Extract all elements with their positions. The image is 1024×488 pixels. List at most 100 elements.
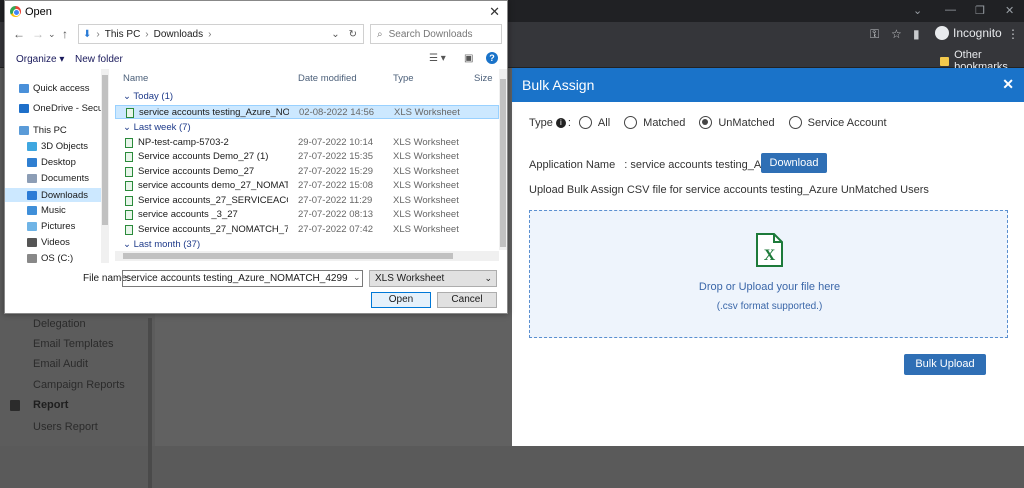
help-icon[interactable]: ? [486, 52, 498, 64]
tree-item-onedrive[interactable]: OneDrive - SecurE [19, 103, 109, 114]
radio-unmatched-label[interactable]: UnMatched [718, 117, 774, 129]
tree-item-pictures[interactable]: Pictures [27, 221, 75, 232]
column-size[interactable]: Size [474, 73, 492, 84]
file-group-header[interactable]: ⌄ Last week (7) [123, 122, 191, 133]
address-dropdown-icon[interactable]: ⌄ [331, 29, 339, 40]
nav-item-email-audit[interactable]: Email Audit [33, 358, 88, 370]
file-row[interactable]: NP-test-camp-5703-2 29-07-2022 10:14 XLS W… [115, 136, 499, 150]
recent-dropdown-icon[interactable]: ⌄ [48, 29, 56, 40]
file-name-dropdown-icon[interactable]: ⌄ [353, 272, 361, 283]
tree-item-3d-objects[interactable]: 3D Objects [27, 141, 88, 152]
file-group-header[interactable]: ⌄ Today (1) [123, 91, 173, 102]
type-filter-row: Type i: All Matched UnMatched Service Ac… [529, 116, 887, 129]
refresh-icon[interactable]: ↻ [349, 29, 357, 40]
new-folder-button[interactable]: New folder [75, 54, 123, 65]
file-row[interactable]: Service accounts_27_SERVICEACCOUNT_... 27… [115, 194, 499, 208]
panel-title: Bulk Assign [522, 77, 595, 93]
file-row[interactable]: service accounts testing_Azure_NOMATC...… [115, 105, 499, 119]
open-file-dialog: Open ✕ ← → ⌄ ↑ ⬇ › This PC › Downloads ›… [4, 0, 508, 314]
xls-file-icon [125, 181, 133, 191]
search-input[interactable]: ⌕ Search Downloads [370, 24, 502, 44]
organize-button[interactable]: Organize ▾ [16, 54, 64, 65]
list-vertical-scrollbar[interactable] [499, 69, 507, 250]
tree-item-quick-access[interactable]: Quick access [19, 83, 90, 94]
file-name: Service accounts_27_NOMATCH_720 [138, 223, 288, 235]
folder-icon [940, 56, 950, 66]
column-type[interactable]: Type [393, 73, 414, 84]
file-date: 27-07-2022 08:13 [298, 209, 374, 220]
info-icon[interactable]: i [555, 117, 566, 128]
sidebar-scrollbar[interactable] [148, 318, 152, 488]
application-name-label: Application Name [529, 159, 616, 171]
up-arrow-icon[interactable]: ↑ [62, 27, 68, 41]
file-name-input[interactable]: service accounts testing_Azure_NOMATCH_4… [122, 270, 363, 287]
cancel-button[interactable]: Cancel [437, 292, 497, 308]
file-type-select[interactable]: XLS Worksheet ⌄ [369, 270, 497, 287]
nav-item-campaign-reports[interactable]: Campaign Reports [33, 379, 125, 391]
file-row[interactable]: Service accounts_27_NOMATCH_720 27-07-202… [115, 223, 499, 237]
back-arrow-icon[interactable]: ← [13, 27, 25, 41]
open-button[interactable]: Open [371, 292, 431, 308]
file-row[interactable]: service accounts demo_27_NOMATCH_722 27-0… [115, 179, 499, 193]
tree-item-documents[interactable]: Documents [27, 173, 89, 184]
sidepanel-icon[interactable]: ▮ [913, 27, 920, 41]
tree-label: 3D Objects [41, 141, 88, 152]
incognito-indicator[interactable]: Incognito [935, 26, 1002, 40]
tree-item-downloads[interactable]: Downloads [5, 188, 101, 202]
forward-arrow-icon[interactable]: → [32, 27, 44, 41]
maximize-icon[interactable]: ❐ [975, 4, 985, 17]
nav-item-email-templates[interactable]: Email Templates [33, 338, 114, 350]
tree-item-videos[interactable]: Videos [27, 237, 70, 248]
menu-dots-icon[interactable]: ⋮ [1007, 27, 1019, 41]
desktop-icon [27, 158, 37, 167]
radio-service-account[interactable] [788, 116, 802, 129]
breadcrumb-this-pc[interactable]: This PC [105, 29, 141, 40]
tree-label: Desktop [41, 157, 76, 168]
minimize-icon[interactable]: — [945, 4, 956, 16]
tree-item-music[interactable]: Music [27, 205, 66, 216]
list-hscroll-thumb[interactable] [123, 253, 453, 259]
panel-header: Bulk Assign ✕ [512, 68, 1024, 102]
bulk-upload-button[interactable]: Bulk Upload [904, 354, 986, 375]
tree-item-os-c[interactable]: OS (C:) [27, 253, 73, 263]
radio-all[interactable] [578, 116, 592, 129]
close-icon[interactable]: ✕ [1002, 76, 1014, 93]
nav-item-users-report[interactable]: Users Report [33, 421, 98, 433]
file-dropzone[interactable]: X Drop or Upload your file here (.csv fo… [529, 210, 1008, 338]
tree-scrollbar[interactable] [101, 69, 109, 263]
close-icon[interactable]: ✕ [489, 4, 500, 20]
view-options-icon[interactable]: ☰ ▾ [429, 53, 446, 64]
chevron-down-icon: ⌄ [484, 273, 492, 283]
file-row[interactable]: Service accounts Demo_27 27-07-2022 15:29… [115, 165, 499, 179]
tree-item-this-pc[interactable]: This PC [19, 125, 67, 136]
file-row[interactable]: Service accounts Demo_27 (1) 27-07-2022 1… [115, 150, 499, 164]
tree-item-desktop[interactable]: Desktop [27, 157, 76, 168]
radio-service-account-label[interactable]: Service Account [808, 117, 887, 129]
file-type: XLS Worksheet [393, 136, 459, 148]
nav-section-report[interactable]: Report [33, 399, 68, 411]
column-date-modified[interactable]: Date modified [298, 73, 357, 84]
close-window-icon[interactable]: ✕ [1005, 4, 1014, 17]
list-horizontal-scrollbar[interactable] [115, 251, 499, 261]
file-group-header[interactable]: ⌄ Last month (37) [123, 239, 200, 250]
file-name-row: File name: service accounts testing_Azur… [5, 269, 507, 289]
file-date: 29-07-2022 10:14 [298, 136, 374, 148]
chevron-down-icon[interactable]: ⌄ [913, 4, 922, 17]
breadcrumb-downloads[interactable]: Downloads [154, 29, 203, 40]
address-bar[interactable]: ⬇ › This PC › Downloads › ⌄ ↻ [78, 24, 364, 44]
preview-pane-icon[interactable]: ▣ [464, 53, 473, 64]
radio-matched[interactable] [624, 116, 638, 129]
tree-scroll-thumb[interactable] [102, 75, 108, 225]
file-row[interactable]: service accounts _3_27 27-07-2022 08:13 XL… [115, 208, 499, 222]
key-icon[interactable]: ⚿ [870, 27, 879, 42]
list-scroll-thumb[interactable] [500, 79, 506, 247]
radio-unmatched[interactable] [699, 116, 713, 129]
download-button[interactable]: Download [761, 153, 827, 173]
star-icon[interactable]: ☆ [891, 27, 902, 41]
nav-item-delegation[interactable]: Delegation [33, 318, 86, 330]
radio-matched-label[interactable]: Matched [643, 117, 685, 129]
column-name[interactable]: Name [123, 73, 148, 84]
tree-label: This PC [33, 125, 67, 136]
radio-all-label[interactable]: All [598, 117, 610, 129]
file-name: Service accounts_27_SERVICEACCOUNT_... [138, 194, 288, 206]
